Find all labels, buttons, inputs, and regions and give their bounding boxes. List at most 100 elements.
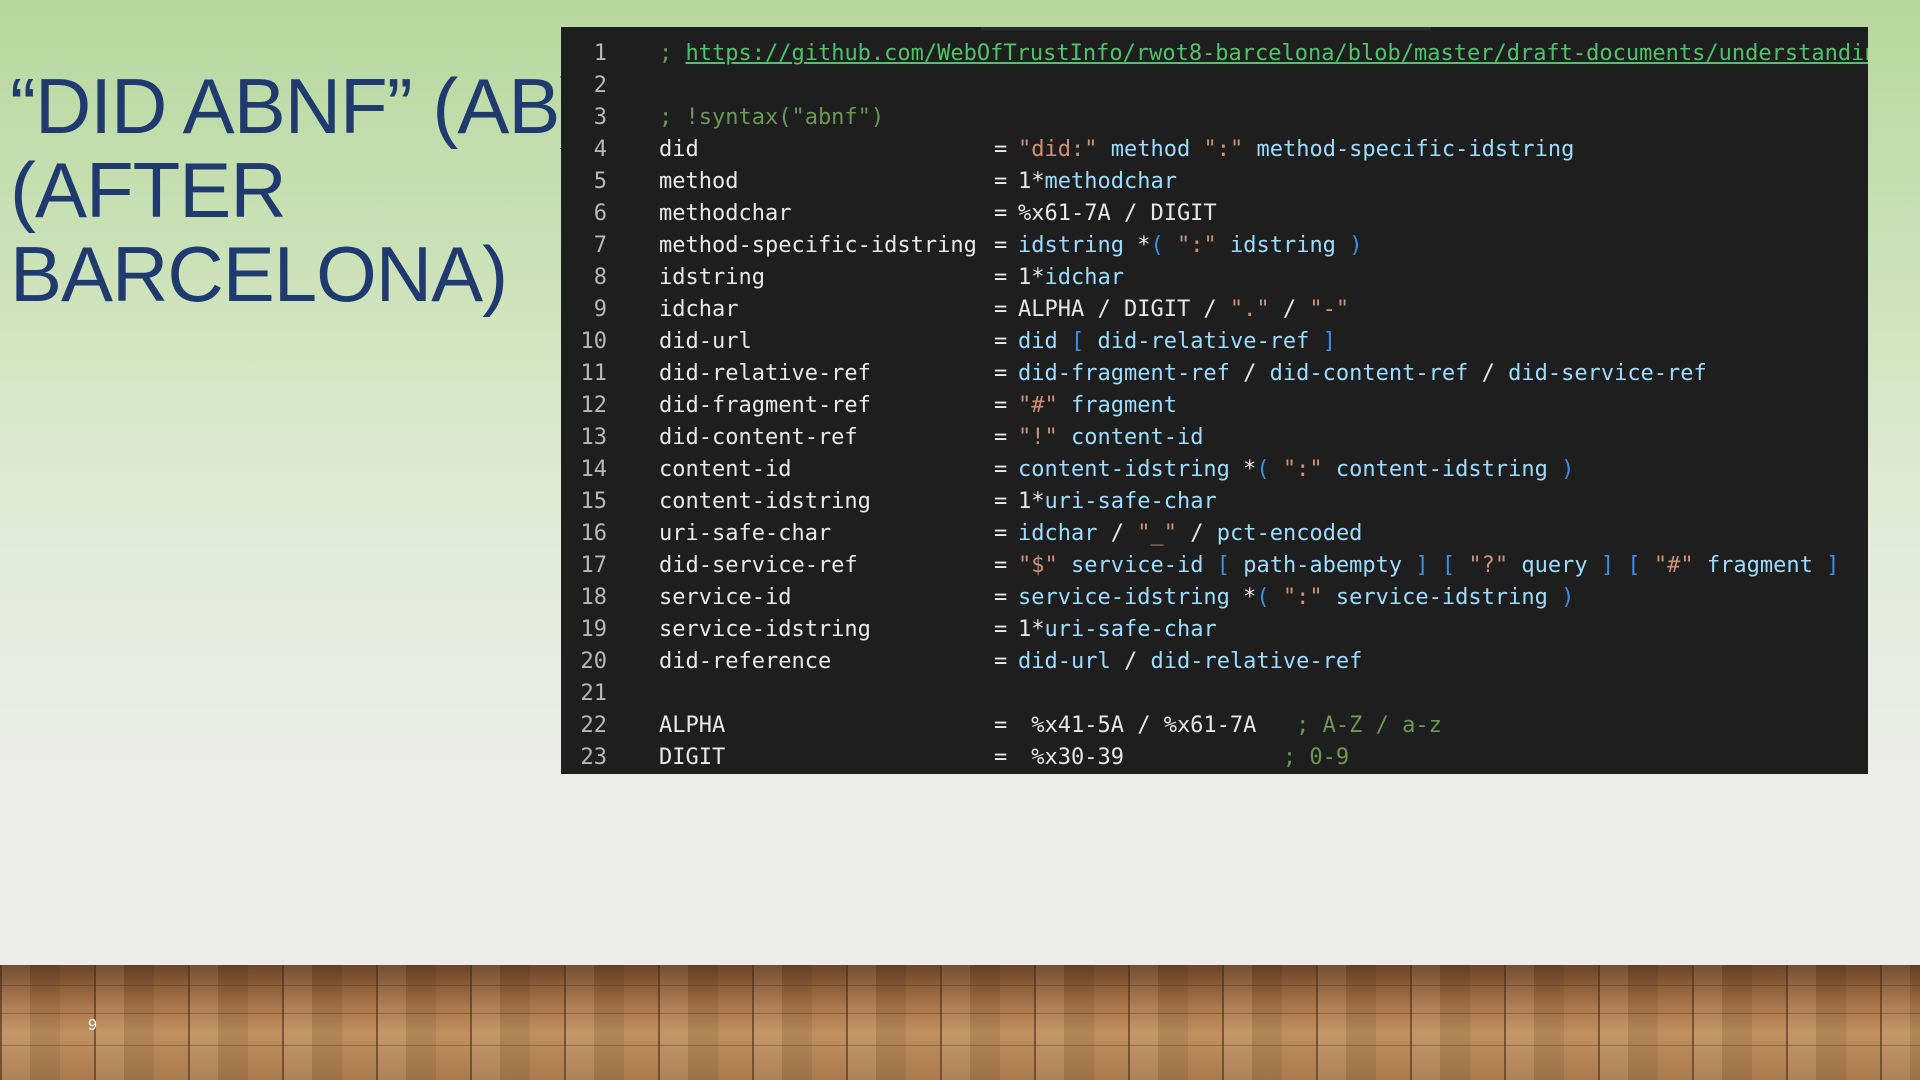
line-number: 19 (580, 617, 608, 642)
code-token: ( (1256, 457, 1270, 482)
code-line: 15 content-idstring = 1*uri-safe-char (561, 486, 1868, 518)
code-token: uri-safe-char (1044, 489, 1217, 514)
code-token: "#" (1018, 393, 1058, 418)
title-line-3: BARCELONA) (10, 230, 508, 318)
line-number: 3 (593, 105, 607, 130)
code-token: ] (1415, 553, 1429, 578)
title-line-2: (AFTER (10, 146, 287, 234)
rule-definition: did [ did-relative-ref ] (1018, 326, 1336, 358)
code-token: path-abempty (1243, 553, 1403, 578)
code-token: ; A-Z / a-z (1296, 713, 1442, 738)
code-token: fragment (1706, 553, 1813, 578)
line-number: 8 (593, 265, 607, 290)
rule-name: idstring (659, 265, 765, 290)
code-token: %x61-7A / DIGIT (1018, 201, 1217, 226)
code-line: 11 did-relative-ref = did-fragment-ref / di… (561, 358, 1868, 390)
line-number: 4 (593, 137, 607, 162)
line-number: 11 (580, 361, 608, 386)
code-line: 19 service-idstring = 1*uri-safe-char (561, 614, 1868, 646)
rule-equals: = (994, 553, 1008, 578)
editor-tab-strip (981, 27, 1431, 30)
rule-equals: = (994, 585, 1008, 610)
code-token: ] (1600, 553, 1615, 578)
rule-equals: = (994, 713, 1008, 738)
code-line: 20 did-reference = did-url / did-relative-r… (561, 646, 1868, 678)
code-token: methodchar (1044, 169, 1177, 194)
code-line: 17 did-service-ref = "$" service-id [ path-… (561, 550, 1868, 582)
line-number: 6 (593, 201, 607, 226)
code-line: 12 did-fragment-ref = "#" fragment (561, 390, 1868, 422)
line-number: 20 (580, 649, 608, 674)
rule-equals: = (994, 297, 1008, 322)
code-token: %x41-5A / %x61-7A (1018, 713, 1297, 738)
line-number: 23 (580, 745, 608, 770)
line-number: 16 (580, 521, 608, 546)
rule-equals: = (994, 329, 1008, 354)
line-number: 22 (580, 713, 608, 738)
rule-name: service-id (659, 585, 792, 610)
line-number: 5 (593, 169, 607, 194)
code-token: did-service-ref (1508, 361, 1707, 386)
code-token: method-specific-idstring (1256, 137, 1575, 162)
code-line: 9 idchar = ALPHA / DIGIT / "." / "-" (561, 294, 1868, 326)
wood-floor-decoration (0, 965, 1920, 1080)
rule-name: DIGIT (659, 745, 726, 770)
slide-background: “DID ABNF” (AB) (AFTER BARCELONA) 1; htt… (0, 0, 1920, 1080)
rule-equals: = (994, 233, 1008, 258)
line-number: 10 (580, 329, 608, 354)
code-comment: ; https://github.com/WebOfTrustInfo/rwot… (659, 38, 1868, 70)
code-token: service-idstring (1335, 585, 1548, 610)
rule-definition: idchar / "_" / pct-encoded (1018, 518, 1362, 550)
code-token: content-idstring (1018, 457, 1230, 482)
code-token: "-" (1309, 297, 1350, 322)
rule-definition: ALPHA / DIGIT / "." / "-" (1018, 294, 1349, 326)
code-line: 7 method-specific-idstring = idstring *( ":… (561, 230, 1868, 262)
code-token: ] (1826, 553, 1840, 578)
rule-name: did-relative-ref (659, 361, 871, 386)
code-token: "?" (1468, 553, 1509, 578)
code-line: 16 uri-safe-char = idchar / "_" / pct-encod… (561, 518, 1868, 550)
rule-definition: %x41-5A / %x61-7A ; A-Z / a-z (1018, 710, 1442, 742)
code-token: ] (1322, 329, 1336, 354)
rule-definition: did-url / did-relative-ref (1018, 646, 1362, 678)
line-number: 12 (580, 393, 608, 418)
rule-equals: = (994, 617, 1008, 642)
code-token: pct-encoded (1216, 521, 1363, 546)
rule-definition: content-idstring *( ":" content-idstring… (1018, 454, 1574, 486)
code-token: [ (1216, 553, 1230, 578)
line-number: 21 (580, 681, 608, 706)
line-number: 2 (593, 73, 607, 98)
slide-title: “DID ABNF” (AB) (AFTER BARCELONA) (10, 64, 585, 318)
code-token: ) (1561, 585, 1575, 610)
code-editor-screenshot: 1; https://github.com/WebOfTrustInfo/rwo… (561, 27, 1868, 774)
code-comment: ; !syntax("abnf") (659, 105, 885, 130)
source-url-link[interactable]: https://github.com/WebOfTrustInfo/rwot8-… (686, 41, 1869, 66)
code-token: did-url (1018, 649, 1111, 674)
rule-equals: = (994, 361, 1008, 386)
rule-definition: %x30-39 ; 0-9 (1018, 742, 1349, 774)
rule-equals: = (994, 521, 1008, 546)
code-token: * (1123, 233, 1151, 258)
code-line: 6 methodchar = %x61-7A / DIGIT (561, 198, 1868, 230)
code-token: did-fragment-ref (1018, 361, 1230, 386)
code-token: ":" (1282, 457, 1323, 482)
code-line: 5 method = 1*methodchar (561, 166, 1868, 198)
code-token: "_" (1137, 521, 1177, 546)
code-token: content-id (1071, 425, 1204, 450)
rule-definition: service-idstring *( ":" service-idstring… (1018, 582, 1574, 614)
code-token: "$" (1018, 553, 1058, 578)
rule-equals: = (994, 201, 1008, 226)
code-line: 14 content-id = content-idstring *( ":" con… (561, 454, 1868, 486)
rule-definition: "$" service-id [ path-abempty ] [ "?" qu… (1018, 550, 1839, 582)
rule-definition: "!" content-id (1018, 422, 1203, 454)
